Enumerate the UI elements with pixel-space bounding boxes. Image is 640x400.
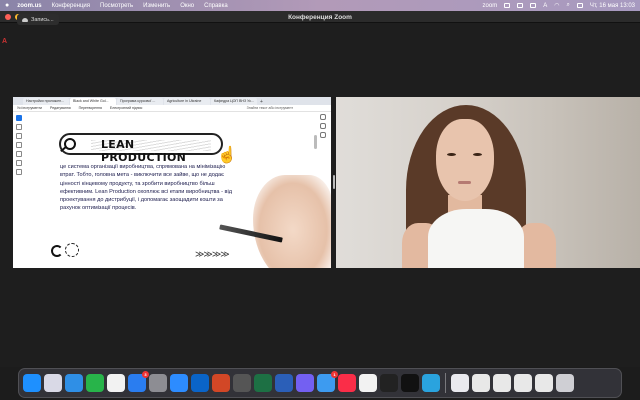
menu-item-view[interactable]: Посмотреть	[100, 3, 133, 9]
participant-video[interactable]	[336, 97, 640, 268]
view-splitter-handle[interactable]	[333, 175, 335, 189]
browser-tab-active[interactable]: Black and White Gol...	[70, 98, 116, 105]
text-tool-icon[interactable]	[16, 151, 22, 157]
bookmarks-panel-icon[interactable]	[320, 123, 326, 129]
wifi-icon[interactable]: ◠	[554, 2, 559, 9]
notification-icon[interactable]	[517, 3, 524, 8]
menu-item-edit[interactable]: Изменить	[143, 3, 170, 9]
participant-mouth	[458, 181, 471, 184]
draw-tool-icon[interactable]	[16, 142, 22, 148]
control-center-icon[interactable]	[576, 3, 583, 8]
pdf-toolbar: Усі інструменти Редагування Перетворення…	[13, 105, 331, 112]
dock: 31	[18, 368, 622, 398]
pages-panel-icon[interactable]	[320, 132, 326, 138]
browser-tab[interactable]: Програма курсової ...	[117, 98, 163, 105]
close-window-button[interactable]	[5, 13, 11, 20]
menu-item-conference[interactable]: Конференция	[52, 3, 90, 9]
browser-tab[interactable]: Настройки приложен...	[23, 98, 69, 105]
window-title: Конференция Zoom	[288, 14, 352, 21]
clock[interactable]: Чт, 16 мая 13:03	[590, 3, 635, 9]
pdf-left-toolbar	[16, 115, 23, 175]
dock-app-trash[interactable]	[556, 374, 574, 392]
recording-indicator[interactable]: Запись...	[17, 14, 59, 25]
dock-app-system-settings[interactable]	[149, 374, 167, 392]
dock-app-document-2[interactable]	[493, 374, 511, 392]
highlight-tool-icon[interactable]	[16, 133, 22, 139]
slide-body-text: це система організації виробництва, спря…	[60, 164, 232, 212]
dock-app-viber[interactable]	[296, 374, 314, 392]
browser-tab-bar: Настройки приложен... Black and White Go…	[13, 97, 331, 105]
menu-status-area: zoom A ◠ ⌕ Чт, 16 мая 13:03	[483, 2, 635, 9]
magnifier-icon	[64, 138, 76, 150]
participant-face	[436, 119, 494, 201]
cloud-icon	[22, 17, 28, 22]
search-icon[interactable]: ⌕	[566, 2, 569, 9]
dock-app-document-4[interactable]	[535, 374, 553, 392]
apple-icon[interactable]: ●	[5, 2, 9, 9]
comment-tool-icon[interactable]	[16, 124, 22, 130]
background-window-letter: A	[2, 38, 8, 45]
new-tab-icon[interactable]: +	[260, 99, 263, 105]
hand-image	[253, 175, 331, 268]
swirl-decoration	[51, 245, 63, 257]
dock-app-powerpoint[interactable]	[212, 374, 230, 392]
pdf-right-panel-top	[320, 114, 328, 138]
menu-app-name[interactable]: zoom.us	[17, 3, 41, 9]
dock-app-outlook[interactable]	[191, 374, 209, 392]
dock-app-zoom[interactable]	[170, 374, 188, 392]
more-tools-icon[interactable]	[16, 169, 22, 175]
arrows-decoration: ≫≫≫≫	[195, 249, 230, 259]
dock-app-facetime[interactable]	[86, 374, 104, 392]
sign-tool-icon[interactable]	[16, 160, 22, 166]
burst-decoration	[65, 243, 79, 257]
dock-app-safari[interactable]	[65, 374, 83, 392]
dock-separator	[445, 373, 446, 393]
participant-white-top	[428, 209, 524, 268]
dock-app-chrome[interactable]	[359, 374, 377, 392]
hand-pointer-icon: ☝	[217, 147, 237, 164]
comments-panel-icon[interactable]	[320, 114, 326, 120]
dock-app-photo-editor[interactable]	[233, 374, 251, 392]
dock-app-terminal[interactable]	[401, 374, 419, 392]
dock-badge: 1	[331, 371, 338, 378]
dock-app-excel[interactable]	[254, 374, 272, 392]
menu-item-window[interactable]: Окно	[180, 3, 194, 9]
window-titlebar[interactable]: Конференция Zoom	[0, 11, 640, 23]
battery-icon[interactable]	[530, 3, 537, 8]
dock-app-document-3[interactable]	[514, 374, 532, 392]
dock-badge: 3	[142, 371, 149, 378]
browser-tab[interactable]: Agriculture in Ukraine	[164, 98, 210, 105]
edit-button[interactable]: Редагування	[50, 106, 71, 110]
slide-title: LEAN PRODUCTION	[101, 138, 187, 164]
slide-title-banner: LEAN PRODUCTION	[59, 133, 223, 164]
browser-tab[interactable]: Кафедра ЦОП ВНЗ Ук...	[211, 98, 257, 105]
dock-app-app-store[interactable]: 3	[128, 371, 149, 392]
dock-app-mail[interactable]: 1	[317, 371, 338, 392]
dock-app-launchpad[interactable]	[44, 374, 62, 392]
background-window-edge: A	[0, 24, 12, 94]
participant-eye-left	[447, 153, 456, 156]
convert-button[interactable]: Перетворення	[79, 106, 102, 110]
dock-app-finder[interactable]	[23, 374, 41, 392]
e-sign-button[interactable]: Електронний підпис	[110, 106, 142, 110]
find-tool-input[interactable]: Знайти текст або інструмент	[247, 106, 293, 110]
participant-eye-right	[473, 153, 482, 156]
menu-bar: ● zoom.us Конференция Посмотреть Изменит…	[0, 0, 640, 11]
dock-app-word[interactable]	[275, 374, 293, 392]
input-language[interactable]: A	[543, 3, 547, 9]
select-tool-icon[interactable]	[16, 115, 22, 121]
zoom-status-label[interactable]: zoom	[483, 3, 498, 9]
menu-item-help[interactable]: Справка	[204, 3, 228, 9]
dock-app-document-1[interactable]	[472, 374, 490, 392]
dock-app-telegram[interactable]	[422, 374, 440, 392]
presentation-slide: LEAN PRODUCTION ☝ це система організації…	[43, 115, 331, 268]
dock-app-music[interactable]	[338, 374, 356, 392]
recording-label: Запись...	[31, 16, 54, 23]
shared-screen[interactable]: Настройки приложен... Black and White Go…	[13, 97, 331, 268]
dock-app-activity-monitor[interactable]	[380, 374, 398, 392]
all-tools-button[interactable]: Усі інструменти	[17, 106, 42, 110]
screen-share-icon[interactable]	[504, 3, 511, 8]
dock-app-preview[interactable]	[451, 374, 469, 392]
dock-app-photos[interactable]	[107, 374, 125, 392]
